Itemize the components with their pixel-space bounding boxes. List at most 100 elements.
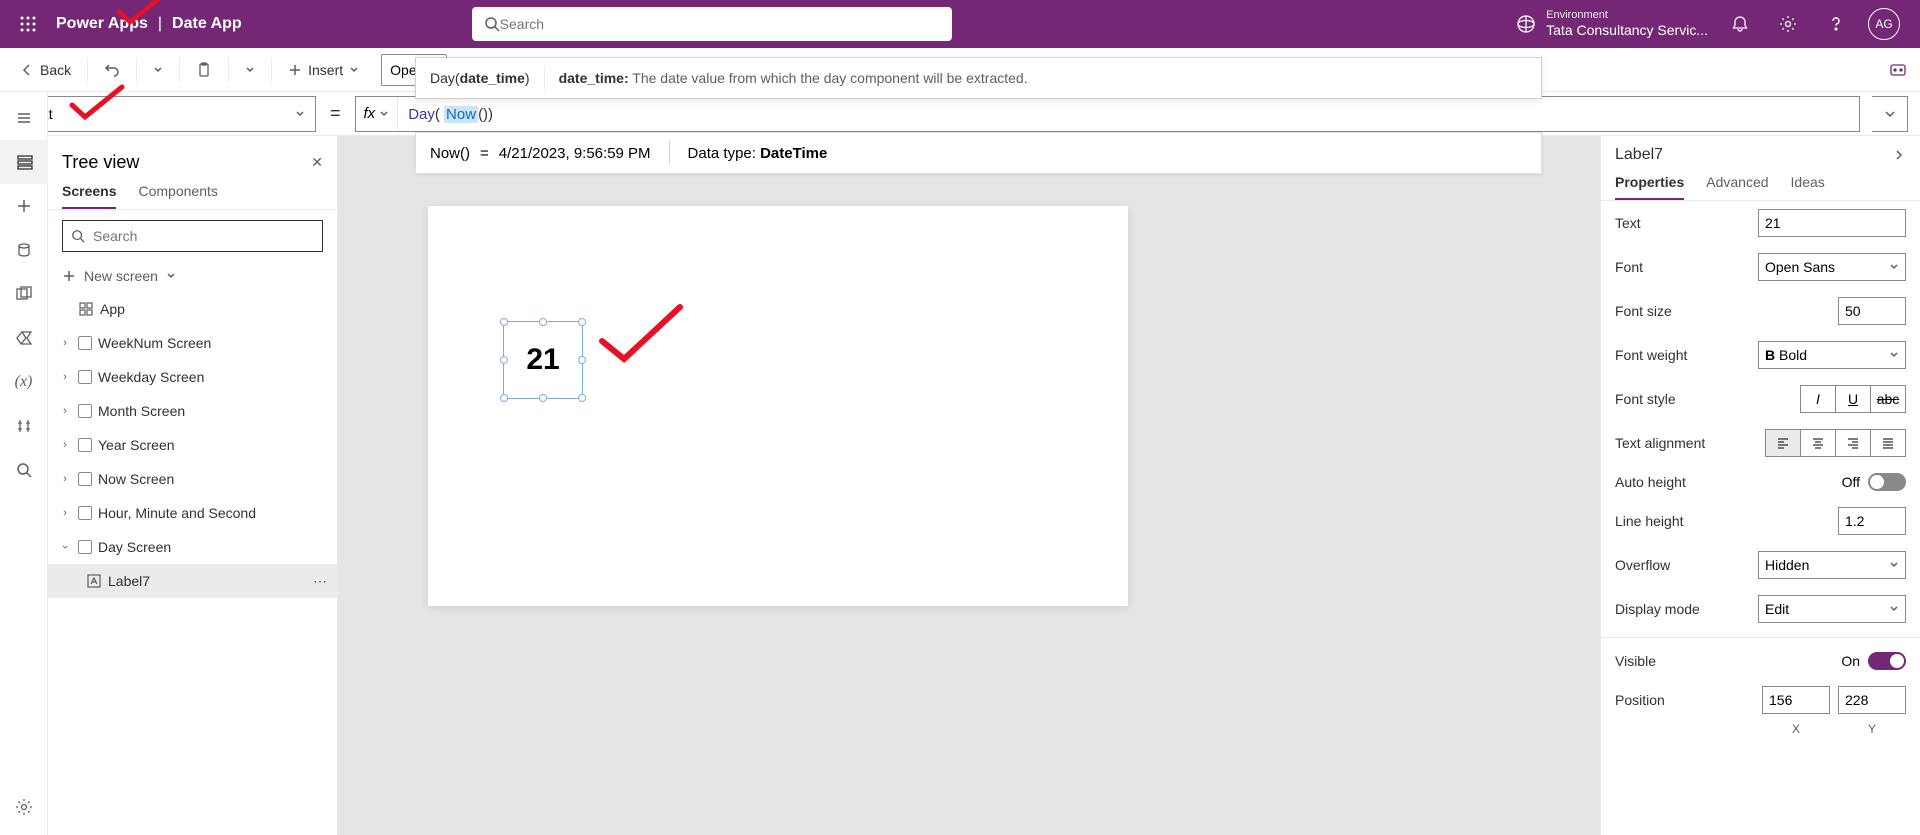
align-right-button[interactable] [1835, 429, 1871, 457]
notifications-icon[interactable] [1724, 8, 1756, 40]
tree-search[interactable] [62, 220, 323, 252]
resize-handle[interactable] [500, 356, 508, 364]
header-right: Environment Tata Consultancy Servic... A… [1516, 8, 1912, 40]
tree-search-input[interactable] [93, 228, 314, 244]
prop-x-input[interactable] [1762, 686, 1830, 714]
prop-font-select[interactable]: Open Sans [1758, 253, 1906, 281]
undo-button[interactable] [96, 54, 128, 86]
settings-icon[interactable] [1772, 8, 1804, 40]
rail-insert[interactable] [0, 184, 48, 228]
resize-handle[interactable] [539, 318, 547, 326]
resize-handle[interactable] [578, 318, 586, 326]
panel-expand-icon[interactable] [1892, 148, 1906, 162]
prop-lineheight-input[interactable] [1838, 507, 1906, 535]
formula-expand[interactable] [1872, 96, 1908, 132]
paste-button[interactable] [188, 54, 220, 86]
tree-item-screen[interactable]: ›WeekNum Screen [48, 326, 337, 360]
prop-fontsize-input[interactable] [1838, 297, 1906, 325]
plus-icon [62, 269, 76, 283]
chevron-down-icon [1883, 107, 1897, 121]
equals-sign: = [330, 103, 341, 124]
canvas-area[interactable]: 21 [338, 136, 1600, 835]
annotation-check-icon [596, 301, 686, 371]
prop-displaymode-select[interactable]: Edit [1758, 595, 1906, 623]
tab-ideas[interactable]: Ideas [1791, 174, 1825, 200]
search-input[interactable] [500, 16, 940, 32]
align-justify-button[interactable] [1870, 429, 1906, 457]
prop-y-input[interactable] [1838, 686, 1906, 714]
align-left-button[interactable] [1765, 429, 1801, 457]
tab-screens[interactable]: Screens [62, 183, 116, 209]
rail-variables[interactable]: (x) [0, 360, 48, 404]
tree-item-screen[interactable]: ›Day Screen [48, 530, 337, 564]
avatar[interactable]: AG [1868, 8, 1900, 40]
tab-components[interactable]: Components [138, 183, 217, 209]
prop-text-label: Text [1615, 215, 1641, 231]
resize-handle[interactable] [578, 356, 586, 364]
search-icon [484, 16, 500, 32]
result-value: 4/21/2023, 9:56:59 PM [499, 145, 651, 162]
tree-item-label7[interactable]: Label7 ⋯ [48, 564, 337, 598]
align-center-button[interactable] [1800, 429, 1836, 457]
italic-button[interactable]: I [1800, 385, 1836, 413]
rail-power-automate[interactable] [0, 316, 48, 360]
resize-handle[interactable] [578, 394, 586, 402]
autoheight-toggle[interactable] [1868, 473, 1906, 491]
rail-data[interactable] [0, 228, 48, 272]
rail-settings[interactable] [0, 785, 48, 829]
chevron-down-icon [245, 65, 255, 75]
tab-advanced[interactable]: Advanced [1706, 174, 1768, 200]
visible-toggle[interactable] [1868, 652, 1906, 670]
prop-overflow-select[interactable]: Hidden [1758, 551, 1906, 579]
resize-handle[interactable] [539, 394, 547, 402]
divider [271, 58, 272, 82]
prop-fontweight-select[interactable]: B Bold [1758, 341, 1906, 369]
more-icon[interactable]: ⋯ [313, 573, 329, 590]
clipboard-icon [196, 62, 212, 78]
property-select[interactable]: Text [16, 96, 316, 132]
virtual-agent-icon[interactable] [1888, 60, 1908, 80]
tree-item-screen[interactable]: ›Now Screen [48, 462, 337, 496]
rail-search[interactable] [0, 448, 48, 492]
tab-properties[interactable]: Properties [1615, 174, 1684, 200]
prop-fontweight-label: Font weight [1615, 347, 1687, 363]
help-icon[interactable] [1820, 8, 1852, 40]
close-icon[interactable]: ✕ [311, 154, 323, 171]
left-rail: (x) [0, 92, 48, 835]
canvas[interactable]: 21 [428, 206, 1128, 606]
waffle-icon[interactable] [8, 0, 48, 48]
undo-dropdown[interactable] [145, 54, 171, 86]
rail-advanced-tools[interactable] [0, 404, 48, 448]
tree-item-screen[interactable]: ›Month Screen [48, 394, 337, 428]
chevron-down-icon [166, 271, 176, 281]
rail-hamburger[interactable] [0, 96, 48, 140]
back-button[interactable]: Back [12, 54, 79, 86]
prop-overflow-label: Overflow [1615, 557, 1670, 573]
prop-align-label: Text alignment [1615, 435, 1705, 451]
prop-autoheight-label: Auto height [1615, 474, 1686, 490]
rp-title: Label7 [1615, 146, 1663, 164]
strike-button[interactable]: abc [1870, 385, 1906, 413]
search-box[interactable] [472, 7, 952, 41]
fx-button[interactable]: fx [356, 97, 399, 131]
tree-item-screen[interactable]: ›Weekday Screen [48, 360, 337, 394]
rail-media[interactable] [0, 272, 48, 316]
underline-button[interactable]: U [1835, 385, 1871, 413]
tree-item-screen[interactable]: ›Year Screen [48, 428, 337, 462]
formula-bar[interactable]: fx Day( Now()) [355, 96, 1860, 132]
environment-picker[interactable]: Environment Tata Consultancy Servic... [1516, 9, 1708, 39]
resize-handle[interactable] [500, 394, 508, 402]
selected-label[interactable]: 21 [503, 321, 583, 399]
tree-item-app[interactable]: App [48, 292, 337, 326]
paste-dropdown[interactable] [237, 54, 263, 86]
prop-position-label: Position [1615, 692, 1665, 708]
new-screen-button[interactable]: New screen [48, 262, 337, 290]
prop-text-input[interactable] [1758, 209, 1906, 237]
tree-item-screen[interactable]: ›Hour, Minute and Second [48, 496, 337, 530]
prop-visible-label: Visible [1615, 653, 1656, 669]
formula-signature-tooltip: Day(date_time) date_time: The date value… [415, 57, 1542, 99]
resize-handle[interactable] [500, 318, 508, 326]
insert-button[interactable]: Insert [280, 54, 367, 86]
rail-tree-view[interactable] [0, 140, 48, 184]
formula-text[interactable]: Day( Now()) [398, 105, 503, 123]
